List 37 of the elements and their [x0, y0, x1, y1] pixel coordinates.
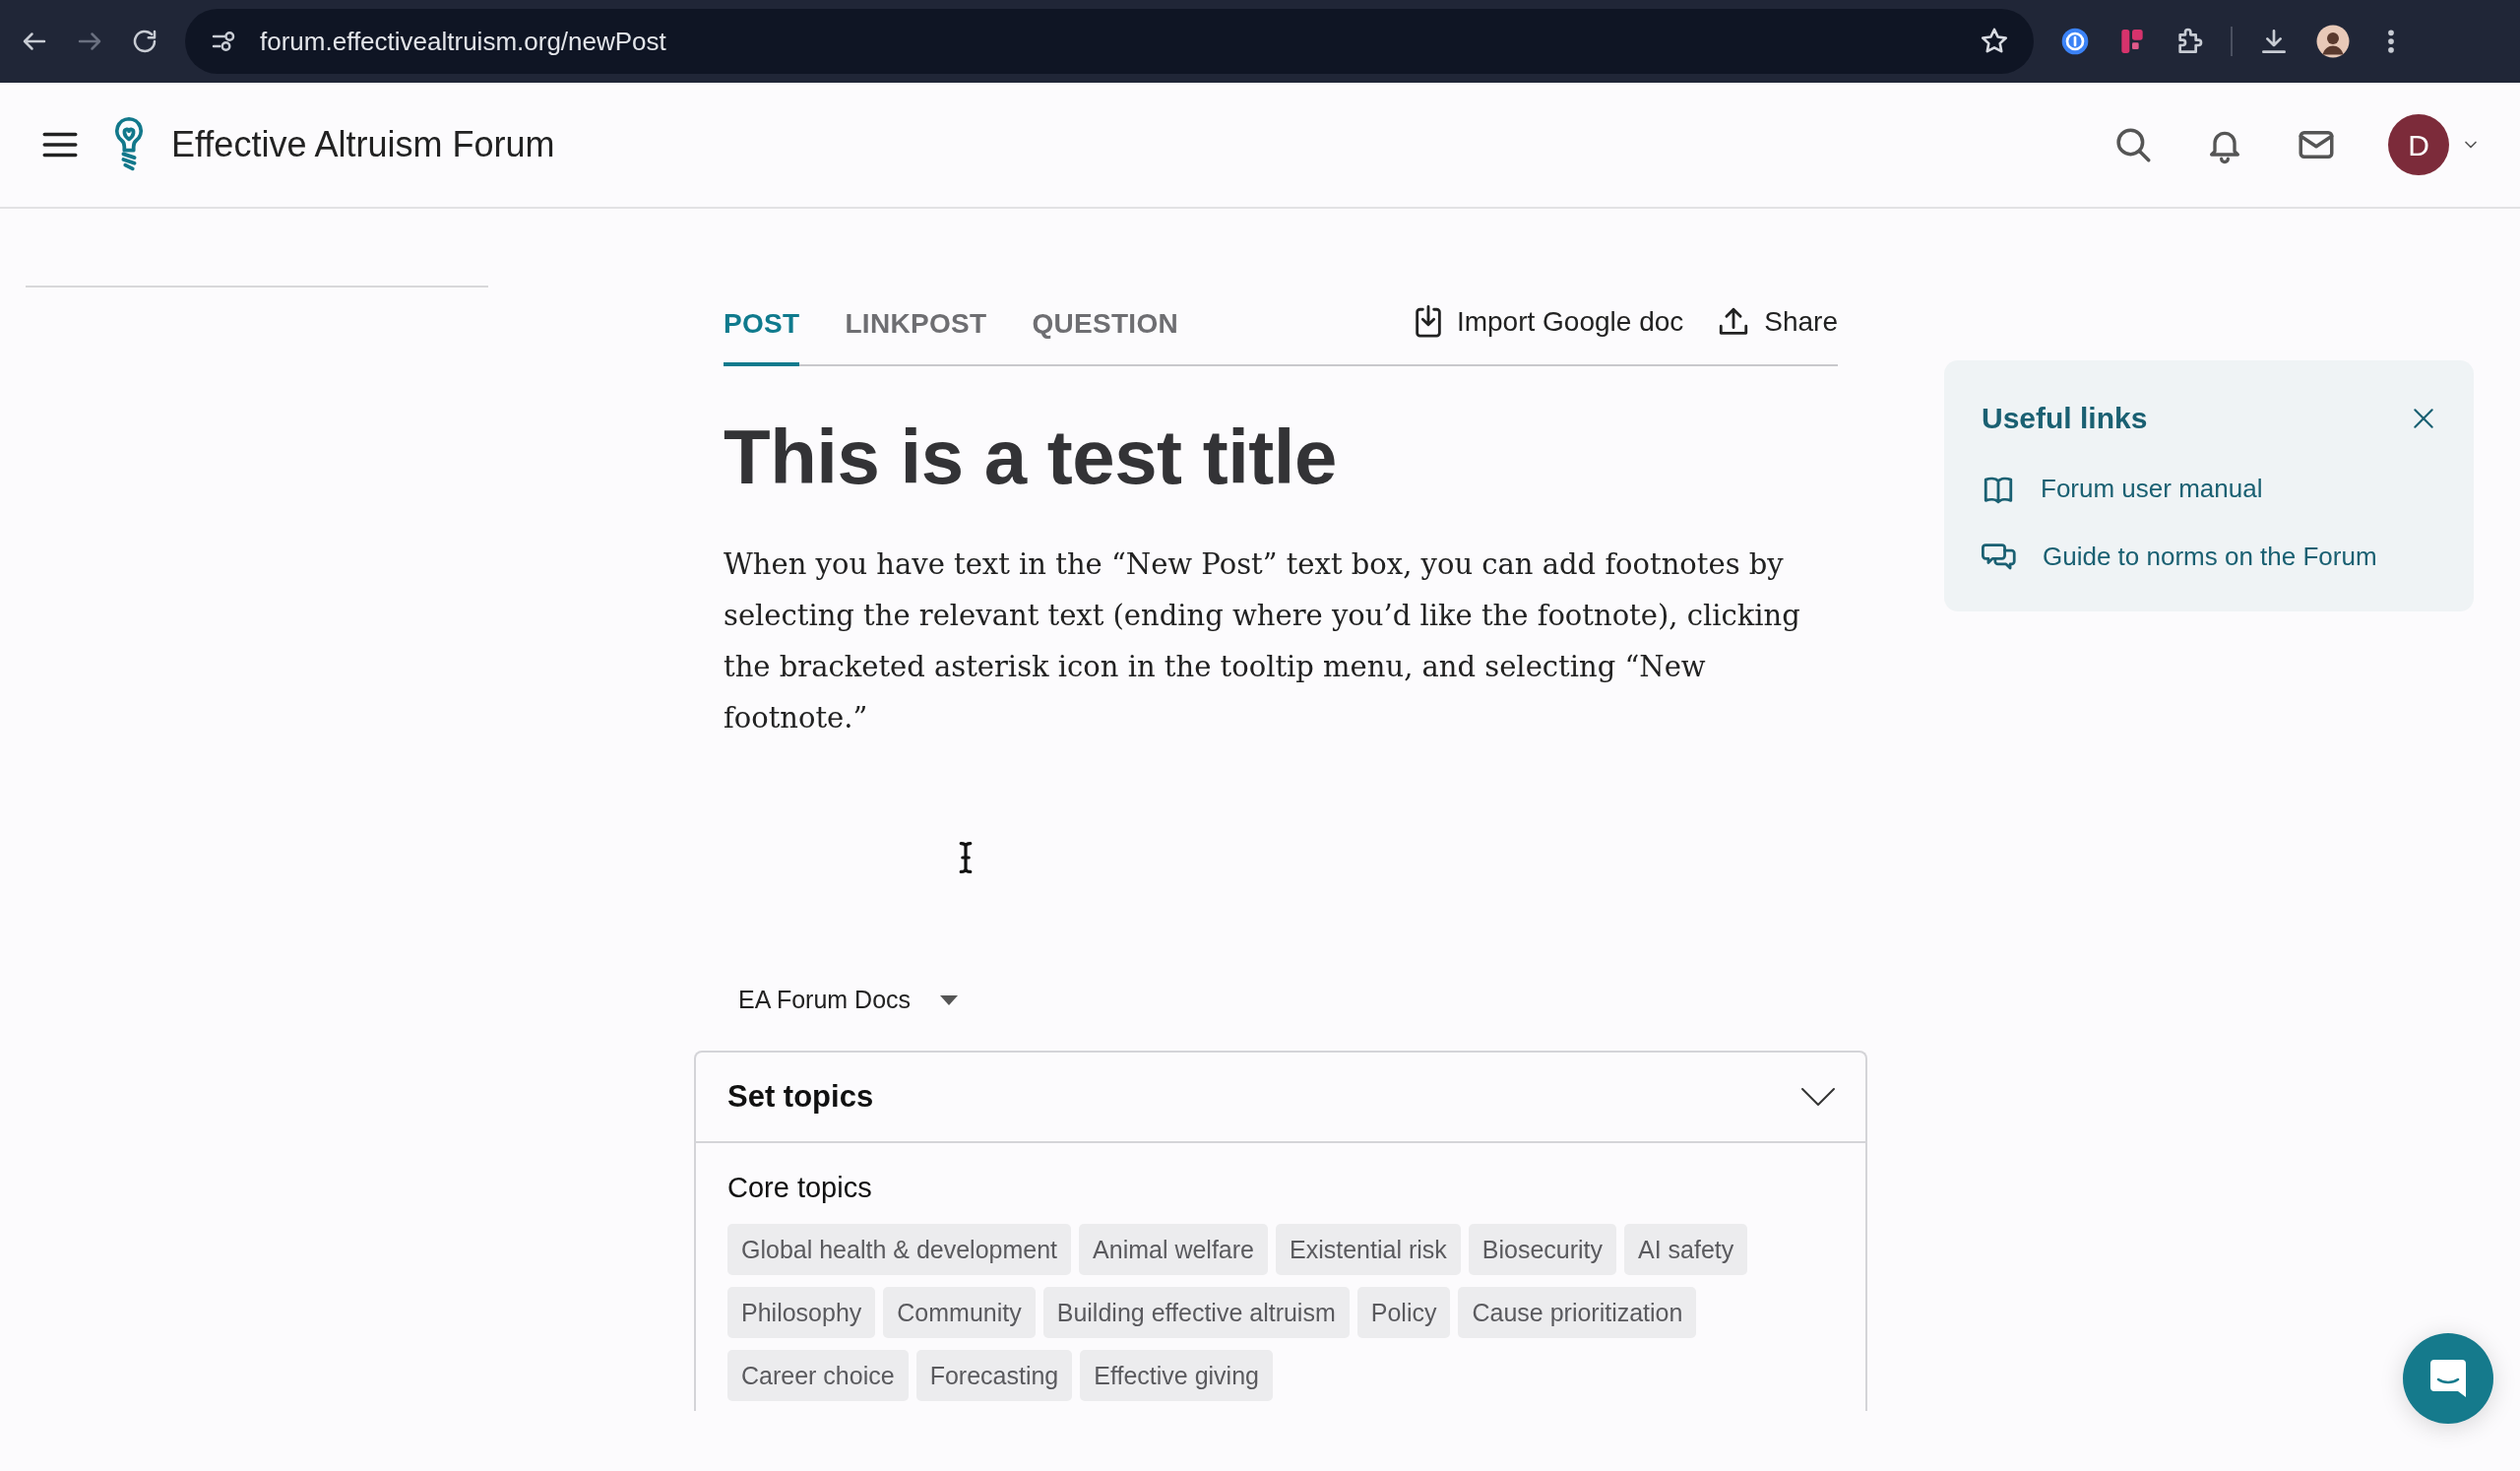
useful-link[interactable]: Guide to norms on the Forum [1982, 538, 2436, 576]
topic-tag[interactable]: Effective giving [1080, 1349, 1273, 1401]
topic-tag[interactable]: Community [883, 1286, 1036, 1338]
topic-tag[interactable]: AI safety [1624, 1223, 1748, 1275]
editor-tab[interactable]: QUESTION [1032, 303, 1179, 366]
chevron-down-icon[interactable] [1800, 1086, 1836, 1107]
useful-link[interactable]: Forum user manual [1982, 470, 2436, 508]
site-title[interactable]: Effective Altruism Forum [171, 118, 555, 171]
password-extension-icon[interactable] [2059, 26, 2091, 57]
topic-tag[interactable]: Global health & development [727, 1223, 1072, 1275]
topic-tag[interactable]: Cause prioritization [1458, 1286, 1697, 1338]
topic-tag[interactable]: Animal welfare [1079, 1223, 1268, 1275]
topic-tag[interactable]: Building effective altruism [1042, 1286, 1350, 1338]
section-heading: Core topics [727, 1171, 873, 1205]
topic-tag[interactable]: Policy [1356, 1286, 1451, 1338]
post-body-text[interactable]: When you have text in the “New Post” text box, you can add footnotes by selecting the relevant text (ending where you’d like the footnote), clicking the bracketed asterisk icon in the tooltip menu, and selecting “New footnote.” [724, 539, 1838, 743]
panel-title: Useful links [1982, 401, 2148, 436]
topic-tag[interactable]: Career choice [727, 1349, 909, 1401]
address-bar[interactable]: forum.effectivealtruism.org/newPost [185, 9, 2034, 74]
editor-tab[interactable]: POST [724, 303, 800, 366]
chat-icon [2428, 1358, 2468, 1399]
panel-title: Set topics [727, 1077, 874, 1116]
user-avatar[interactable]: D [2388, 114, 2449, 175]
share-button[interactable]: Share [1717, 301, 1838, 364]
topic-tag[interactable]: Philosophy [727, 1286, 876, 1338]
text-cursor-icon [958, 842, 974, 873]
profile-avatar-icon[interactable] [2315, 24, 2351, 59]
import-doc-icon [1413, 305, 1443, 339]
topic-tag[interactable]: Biosecurity [1468, 1223, 1617, 1275]
editor-tab[interactable]: LINKPOST [845, 303, 987, 366]
collection-dropdown[interactable]: EA Forum Docs [738, 982, 959, 1019]
post-title[interactable]: This is a test title [724, 400, 1838, 515]
import-button[interactable]: Import Google doc [1413, 301, 1684, 364]
topic-tag[interactable]: Forecasting [915, 1349, 1073, 1401]
dropdown-caret-icon [940, 994, 959, 1005]
topic-tag[interactable]: Existential risk [1276, 1223, 1461, 1275]
url-text: forum.effectivealtruism.org/newPost [260, 25, 666, 58]
